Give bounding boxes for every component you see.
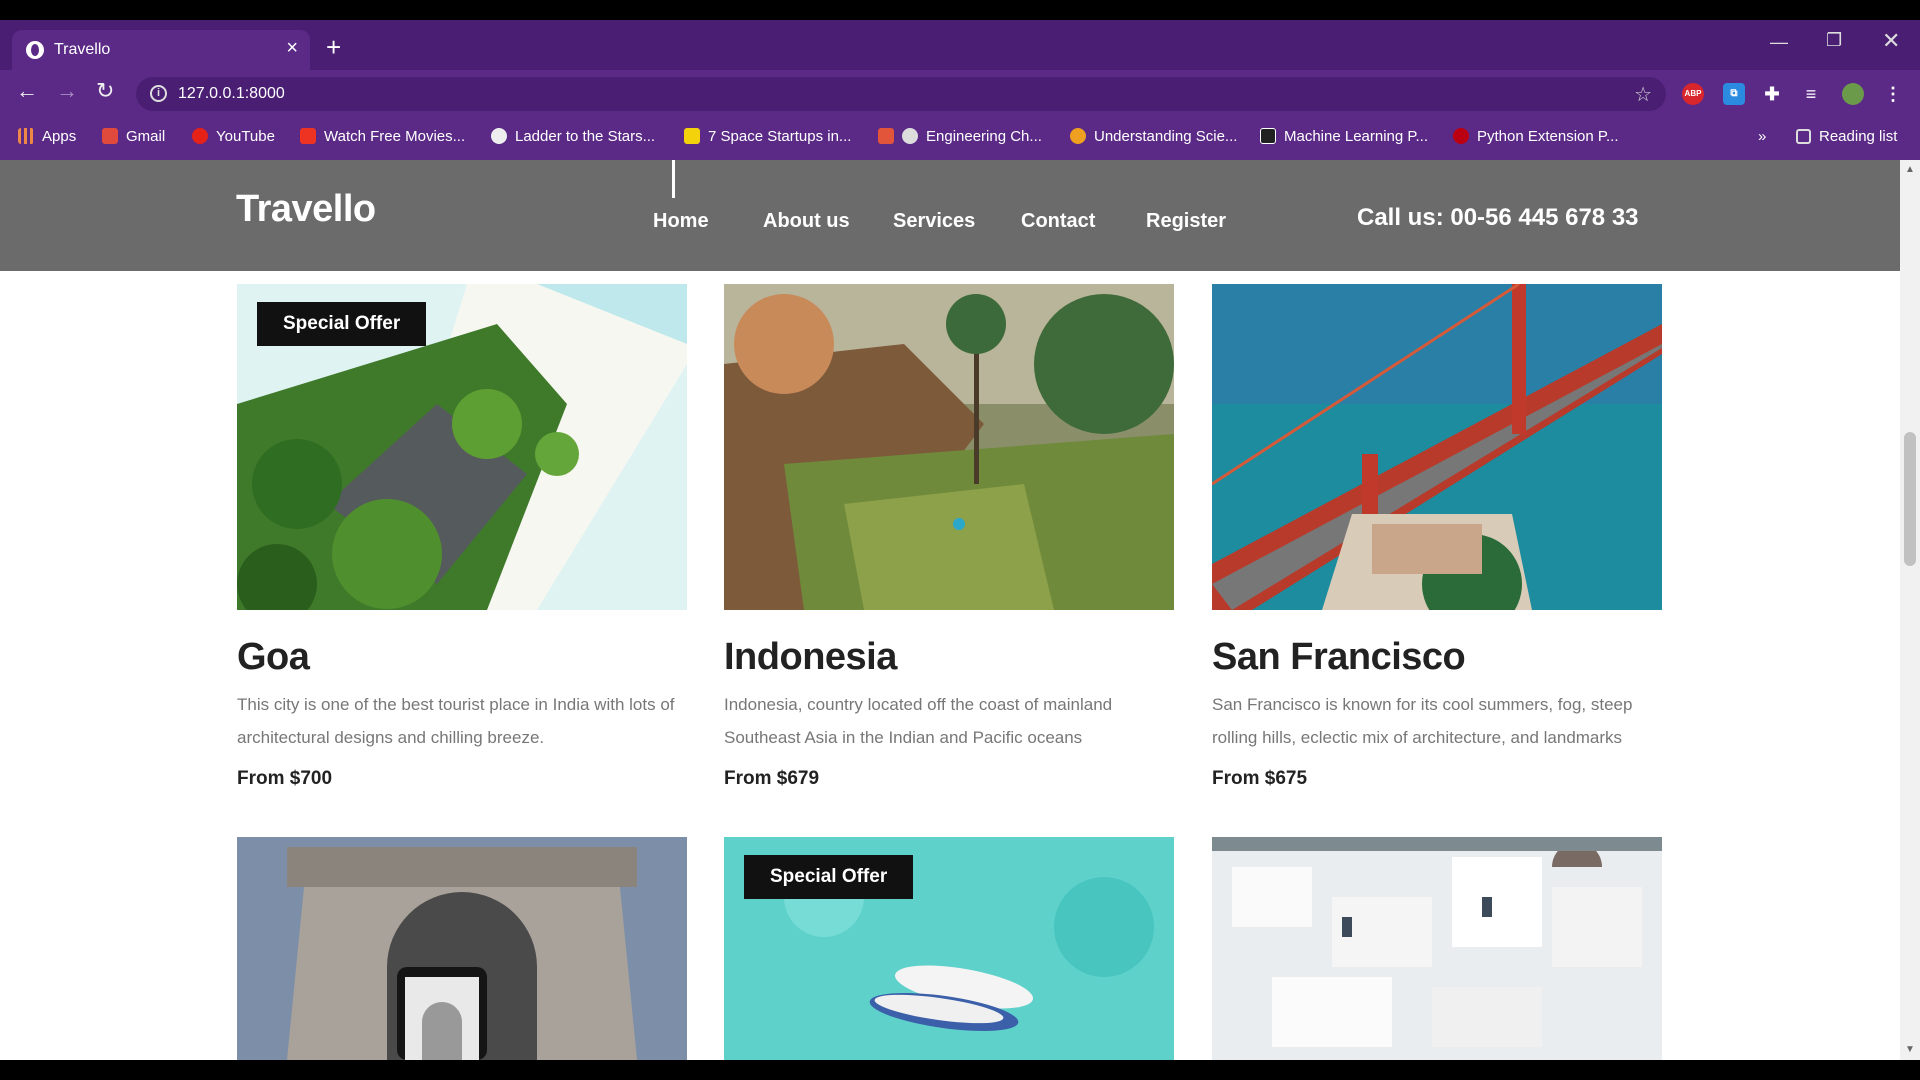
site-header: Travello Home About us Services Contact …	[0, 160, 1900, 271]
extensions-puzzle-icon[interactable]: ✚	[1761, 83, 1783, 105]
bookmark-watch-free-movies[interactable]: Watch Free Movies...	[300, 128, 465, 145]
bookmark-label: Engineering Ch...	[926, 128, 1042, 145]
bookmark-youtube[interactable]: YouTube	[192, 128, 275, 145]
minimize-icon[interactable]: —	[1770, 32, 1788, 53]
nav-register[interactable]: Register	[1146, 210, 1226, 233]
destination-price: From $700	[237, 768, 333, 789]
browser-tab[interactable]: Travello ×	[12, 30, 310, 70]
new-tab-button[interactable]: +	[326, 34, 341, 60]
destination-image	[1212, 837, 1662, 1060]
bookmarks-bar: Apps Gmail YouTube Watch Free Movies... …	[0, 116, 1920, 160]
reading-list-button[interactable]: Reading list	[1796, 128, 1897, 145]
restore-icon[interactable]: ❐	[1826, 30, 1842, 51]
back-icon[interactable]: ←	[16, 80, 38, 102]
header-divider	[672, 160, 675, 198]
destination-name: Indonesia	[724, 636, 897, 678]
engineering-site-icon	[878, 128, 894, 144]
bookmark-python-extension[interactable]: Python Extension P...	[1453, 128, 1618, 145]
url-text[interactable]: 127.0.0.1:8000	[178, 85, 285, 103]
bookmark-label: Watch Free Movies...	[324, 128, 466, 145]
destination-image	[724, 284, 1174, 610]
page-scrollbar[interactable]: ▲ ▼	[1900, 160, 1920, 1060]
movie-play-icon	[300, 128, 316, 144]
bookmark-label: YouTube	[216, 128, 275, 145]
nav-home[interactable]: Home	[653, 210, 709, 233]
more-bookmarks-icon[interactable]: »	[1758, 128, 1766, 145]
bookmark-machine-learning[interactable]: Machine Learning P...	[1260, 128, 1428, 145]
bookmark-space-startups[interactable]: 7 Space Startups in...	[684, 128, 851, 145]
bookmark-label: 7 Space Startups in...	[708, 128, 852, 145]
call-us-text: Call us: 00-56 445 678 33	[1357, 204, 1639, 231]
bookmark-label: Apps	[42, 128, 77, 145]
science-site-icon	[1070, 128, 1086, 144]
destination-image	[1212, 284, 1662, 610]
special-offer-badge: Special Offer	[257, 302, 427, 346]
ml-site-icon	[1260, 128, 1276, 144]
site-favicon-icon	[26, 41, 44, 59]
close-tab-icon[interactable]: ×	[286, 37, 298, 60]
browser-menu-icon[interactable]: ⋮	[1882, 83, 1904, 105]
reading-list-label: Reading list	[1819, 128, 1898, 145]
nav-contact[interactable]: Contact	[1021, 210, 1095, 233]
bookmark-apps[interactable]: Apps	[18, 128, 76, 145]
translate-extension-icon[interactable]: ⧉	[1723, 83, 1745, 105]
address-bar[interactable]: i 127.0.0.1:8000 ☆	[136, 77, 1666, 111]
nav-about-us[interactable]: About us	[763, 210, 850, 233]
gmail-icon	[102, 128, 118, 144]
bookmark-label: Ladder to the Stars...	[515, 128, 656, 145]
bookmark-star-icon[interactable]: ☆	[1634, 82, 1652, 107]
bookmark-label: Machine Learning P...	[1284, 128, 1428, 145]
tab-title: Travello	[54, 41, 111, 58]
bookmark-ladder-to-the-stars[interactable]: Ladder to the Stars...	[491, 128, 655, 145]
reading-list-icon	[1796, 129, 1811, 144]
nav-services[interactable]: Services	[893, 210, 975, 233]
globe-icon	[491, 128, 507, 144]
bookmark-gmail[interactable]: Gmail	[102, 128, 165, 145]
destination-description: This city is one of the best tourist pla…	[237, 695, 675, 747]
screen: Travello × + — ❐ ✕ ← → ↻ i 127.0.0.1:800…	[0, 0, 1920, 1080]
tab-strip: Travello × + — ❐ ✕	[0, 20, 1920, 70]
space-site-icon	[684, 128, 700, 144]
destination-description: San Francisco is known for its cool summ…	[1212, 695, 1633, 747]
reload-icon[interactable]: ↻	[96, 80, 114, 102]
bookmark-label: Understanding Scie...	[1094, 128, 1238, 145]
bookmark-engineering-ch[interactable]: Engineering Ch...	[878, 128, 1042, 145]
web-page: Travello Home About us Services Contact …	[0, 160, 1900, 1060]
scrollbar-thumb[interactable]	[1904, 432, 1916, 566]
gear-icon	[902, 128, 918, 144]
close-window-icon[interactable]: ✕	[1882, 28, 1900, 54]
python-site-icon	[1453, 128, 1469, 144]
apps-grid-icon	[18, 128, 34, 144]
special-offer-badge: Special Offer	[744, 855, 914, 899]
destination-image: Special Offer	[237, 284, 687, 610]
destination-image	[237, 837, 687, 1060]
youtube-icon	[192, 128, 208, 144]
site-logo[interactable]: Travello	[236, 188, 376, 231]
destination-name: Goa	[237, 636, 310, 678]
scroll-up-icon[interactable]: ▲	[1905, 164, 1915, 175]
bookmark-label: Gmail	[126, 128, 166, 145]
destination-price: From $675	[1212, 768, 1308, 789]
scroll-down-icon[interactable]: ▼	[1905, 1044, 1915, 1055]
adblock-extension-icon[interactable]: ABP	[1682, 83, 1704, 105]
destination-image: Special Offer	[724, 837, 1174, 1060]
media-queue-icon[interactable]: ≡	[1800, 83, 1822, 105]
toolbar: ← → ↻ i 127.0.0.1:8000 ☆ ABP ⧉ ✚ ≡ ⋮	[0, 70, 1920, 116]
browser-chrome: Travello × + — ❐ ✕ ← → ↻ i 127.0.0.1:800…	[0, 20, 1920, 160]
destination-name: San Francisco	[1212, 636, 1466, 678]
site-info-icon[interactable]: i	[150, 85, 167, 102]
profile-avatar-icon[interactable]	[1842, 83, 1864, 105]
bookmark-understanding-scie[interactable]: Understanding Scie...	[1070, 128, 1237, 145]
destination-description: Indonesia, country located off the coast…	[724, 695, 1113, 747]
bookmark-label: Python Extension P...	[1477, 128, 1619, 145]
forward-icon[interactable]: →	[56, 80, 78, 102]
destination-price: From $679	[724, 768, 820, 789]
